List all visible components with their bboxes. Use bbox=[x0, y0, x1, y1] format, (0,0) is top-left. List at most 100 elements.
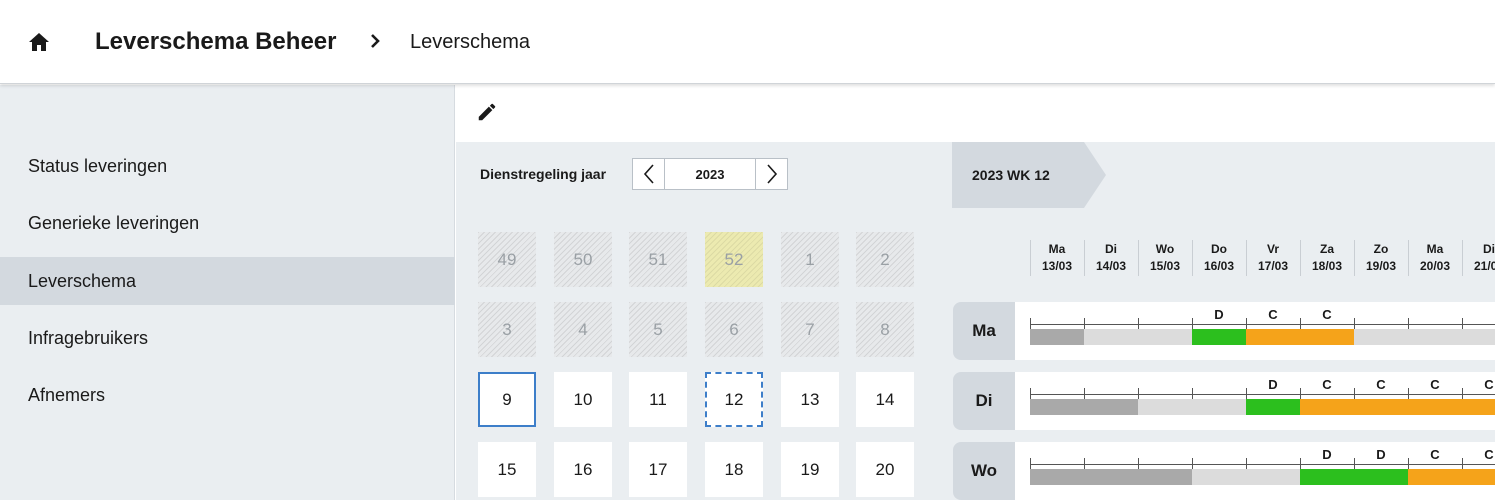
pencil-icon[interactable] bbox=[476, 101, 498, 123]
delivery-segment[interactable] bbox=[1084, 469, 1138, 485]
week-cell[interactable]: 14 bbox=[856, 372, 914, 427]
schedule-row: DCC bbox=[1015, 302, 1495, 360]
delivery-segment[interactable] bbox=[1084, 329, 1138, 345]
week-cell[interactable]: 10 bbox=[554, 372, 612, 427]
delivery-segment[interactable] bbox=[1354, 399, 1408, 415]
day-name: Zo bbox=[1373, 242, 1389, 256]
day-name: Ma bbox=[1048, 242, 1066, 256]
delivery-segment[interactable] bbox=[1138, 469, 1192, 485]
day-name: Wo bbox=[1155, 242, 1175, 256]
timeline-line bbox=[1030, 464, 1495, 465]
segment-status-label: D bbox=[1214, 307, 1224, 322]
day-column-header: Ma 13/03 bbox=[1030, 241, 1084, 275]
week-cell[interactable]: 11 bbox=[629, 372, 687, 427]
year-next-button[interactable] bbox=[755, 159, 787, 189]
week-cell[interactable]: 19 bbox=[781, 442, 839, 497]
week-cell[interactable]: 51 bbox=[629, 232, 687, 287]
week-cell[interactable]: 4 bbox=[554, 302, 612, 357]
week-cell[interactable]: 52 bbox=[705, 232, 763, 287]
week-tab[interactable]: 2023 WK 12 bbox=[952, 142, 1106, 208]
chevron-left-icon bbox=[643, 164, 654, 184]
delivery-segment[interactable] bbox=[1408, 399, 1462, 415]
segment-status-label: C bbox=[1322, 377, 1332, 392]
day-date: 21/03 bbox=[1473, 259, 1495, 273]
sidebar: Status leveringen Generieke leveringen L… bbox=[0, 85, 455, 500]
week-cell[interactable]: 50 bbox=[554, 232, 612, 287]
week-cell[interactable]: 20 bbox=[856, 442, 914, 497]
delivery-segment[interactable] bbox=[1138, 399, 1192, 415]
breadcrumb-current: Leverschema bbox=[410, 31, 531, 53]
chevron-right-icon bbox=[766, 164, 777, 184]
week-cell[interactable]: 3 bbox=[478, 302, 536, 357]
day-date: 14/03 bbox=[1095, 259, 1127, 273]
week-cell[interactable]: 49 bbox=[478, 232, 536, 287]
day-column-header: Vr 17/03 bbox=[1246, 241, 1300, 275]
delivery-segment[interactable] bbox=[1246, 469, 1300, 485]
delivery-segment[interactable] bbox=[1300, 399, 1354, 415]
delivery-segment[interactable] bbox=[1462, 399, 1495, 415]
week-cell[interactable]: 9 bbox=[478, 372, 536, 427]
delivery-segment[interactable] bbox=[1246, 329, 1300, 345]
delivery-segment[interactable] bbox=[1300, 329, 1354, 345]
delivery-segment[interactable] bbox=[1030, 399, 1084, 415]
schedule-row-label: Wo bbox=[953, 442, 1015, 500]
year-value: 2023 bbox=[695, 166, 725, 182]
main-content: Dienstregeling jaar 2023 2023 WK 12 49 5… bbox=[456, 85, 1495, 500]
delivery-segment[interactable] bbox=[1192, 329, 1246, 345]
day-column-header: Wo 15/03 bbox=[1138, 241, 1192, 275]
week-cell[interactable]: 6 bbox=[705, 302, 763, 357]
delivery-segment[interactable] bbox=[1408, 329, 1462, 345]
delivery-segment[interactable] bbox=[1030, 469, 1084, 485]
segment-status-label: C bbox=[1430, 447, 1440, 462]
week-cell[interactable]: 12 bbox=[705, 372, 763, 427]
delivery-segment[interactable] bbox=[1462, 469, 1495, 485]
day-name: Vr bbox=[1266, 242, 1279, 256]
delivery-segment[interactable] bbox=[1192, 399, 1246, 415]
sidebar-item-label: Infragebruikers bbox=[28, 327, 149, 348]
sidebar-item-afnemers[interactable]: Afnemers bbox=[0, 371, 455, 419]
delivery-segment[interactable] bbox=[1084, 399, 1138, 415]
segment-status-label: C bbox=[1430, 377, 1440, 392]
delivery-segment[interactable] bbox=[1192, 469, 1246, 485]
app-root: Leverschema Beheer Leverschema Status le… bbox=[0, 0, 1495, 500]
week-cell[interactable]: 15 bbox=[478, 442, 536, 497]
week-cell[interactable]: 8 bbox=[856, 302, 914, 357]
day-column-header: Do 16/03 bbox=[1192, 241, 1246, 275]
day-column-header: Zo 19/03 bbox=[1354, 241, 1408, 275]
week-cell[interactable]: 7 bbox=[781, 302, 839, 357]
sidebar-item-generieke-leveringen[interactable]: Generieke leveringen bbox=[0, 199, 455, 247]
delivery-segment[interactable] bbox=[1030, 329, 1084, 345]
timeline-line bbox=[1030, 324, 1495, 325]
delivery-segment[interactable] bbox=[1354, 329, 1408, 345]
top-header: Leverschema Beheer Leverschema bbox=[0, 0, 1495, 84]
year-prev-button[interactable] bbox=[633, 159, 665, 189]
week-cell[interactable]: 5 bbox=[629, 302, 687, 357]
delivery-segment[interactable] bbox=[1246, 399, 1300, 415]
sidebar-item-infragebruikers[interactable]: Infragebruikers bbox=[0, 314, 455, 362]
segment-status-label: D bbox=[1268, 377, 1278, 392]
sidebar-item-label: Afnemers bbox=[28, 384, 106, 405]
week-cell[interactable]: 18 bbox=[705, 442, 763, 497]
schedule-row: DDCC bbox=[1015, 442, 1495, 500]
week-cell[interactable]: 16 bbox=[554, 442, 612, 497]
day-date: 19/03 bbox=[1365, 259, 1397, 273]
delivery-segment[interactable] bbox=[1138, 329, 1192, 345]
week-cell[interactable]: 1 bbox=[781, 232, 839, 287]
sidebar-item-leverschema[interactable]: Leverschema bbox=[0, 257, 455, 305]
day-column-header: Di 21/03 bbox=[1462, 241, 1495, 275]
timeline-line bbox=[1030, 394, 1495, 395]
week-cell[interactable]: 17 bbox=[629, 442, 687, 497]
delivery-segment[interactable] bbox=[1408, 469, 1462, 485]
week-cell[interactable]: 13 bbox=[781, 372, 839, 427]
home-icon[interactable] bbox=[27, 30, 51, 54]
delivery-segment[interactable] bbox=[1462, 329, 1495, 345]
segment-status-label: D bbox=[1322, 447, 1332, 462]
week-cell[interactable]: 2 bbox=[856, 232, 914, 287]
sidebar-item-label: Status leveringen bbox=[28, 155, 168, 176]
app-title[interactable]: Leverschema Beheer bbox=[95, 28, 336, 56]
delivery-segment[interactable] bbox=[1300, 469, 1354, 485]
sidebar-item-status-leveringen[interactable]: Status leveringen bbox=[0, 142, 455, 190]
delivery-segment[interactable] bbox=[1354, 469, 1408, 485]
day-name: Za bbox=[1319, 242, 1334, 256]
day-column-header: Di 14/03 bbox=[1084, 241, 1138, 275]
